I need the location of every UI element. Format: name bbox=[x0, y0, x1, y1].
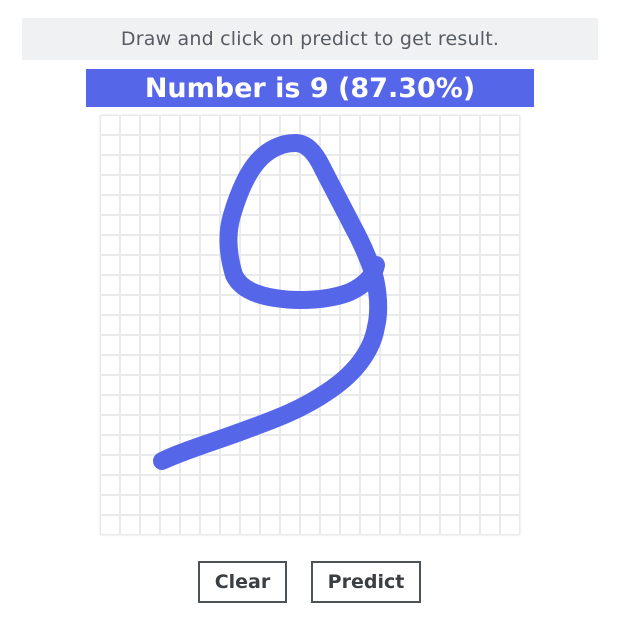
predict-button[interactable]: Predict bbox=[311, 561, 421, 603]
prediction-result-banner: Number is 9 (87.30%) bbox=[86, 69, 534, 107]
instruction-text: Draw and click on predict to get result. bbox=[22, 18, 598, 60]
canvas-grid bbox=[100, 115, 520, 535]
clear-button[interactable]: Clear bbox=[198, 561, 287, 603]
drawn-digit-stroke bbox=[153, 134, 388, 470]
drawing-canvas[interactable] bbox=[100, 115, 520, 535]
digit-recognizer-app: Draw and click on predict to get result.… bbox=[0, 0, 626, 623]
drawing-canvas-surface[interactable] bbox=[100, 115, 520, 535]
